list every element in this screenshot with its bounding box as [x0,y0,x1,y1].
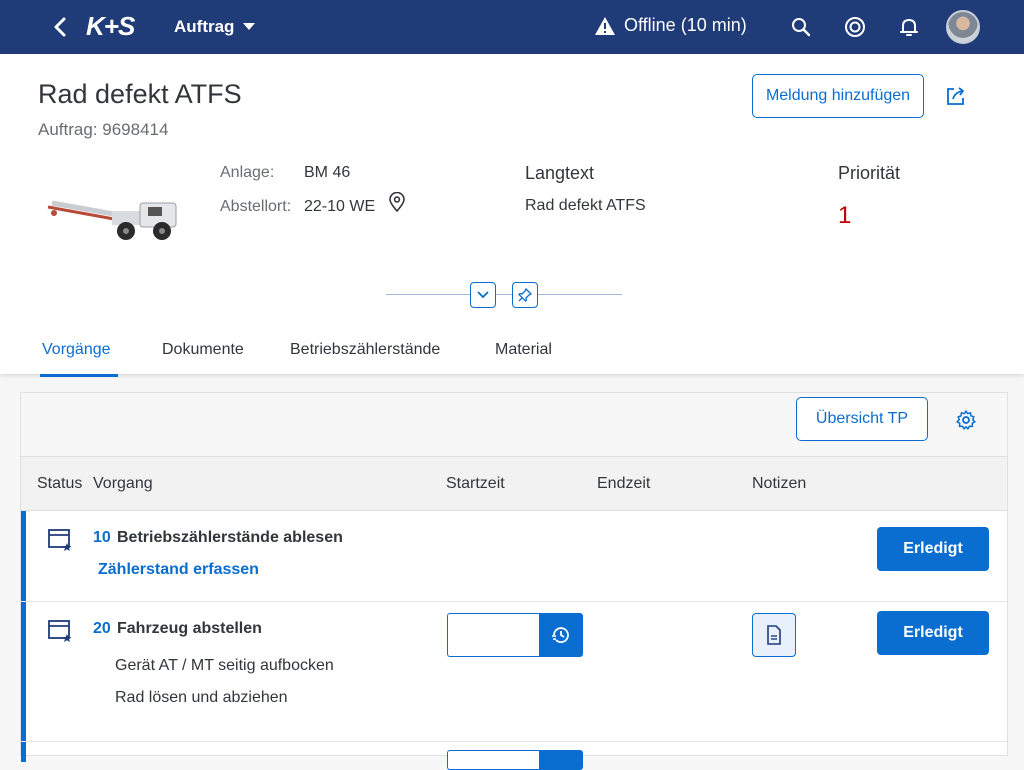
offline-status-text: Offline (10 min) [624,15,747,35]
share-icon[interactable] [944,84,968,108]
anlage-label: Anlage: [220,164,275,181]
company-logo: K+S [86,11,135,41]
row-selection-marker [21,511,26,601]
column-vorgang: Vorgang [93,475,153,492]
overview-tp-button[interactable]: Übersicht TP [796,397,928,441]
operation-detail: Gerät AT / MT seitig aufbocken [115,657,334,674]
abstellort-label: Abstellort: [220,198,292,215]
record-counter-link[interactable]: Zählerstand erfassen [98,561,259,579]
page-title: Rad defekt ATFS [38,79,242,109]
app-title-menu[interactable]: Auftrag [174,17,256,37]
done-button[interactable]: Erledigt [877,527,989,571]
table-row[interactable]: 10 Betriebszählerstände ablesen Zählerst… [21,511,1007,602]
table-header: Status Vorgang Startzeit Endzeit Notizen [21,457,1007,511]
column-endzeit: Endzeit [597,475,651,492]
anlage-value: BM 46 [304,164,351,181]
object-header: Rad defekt ATFS Auftrag: 9698414 Meldung… [0,54,1024,377]
tab-material[interactable]: Material [495,341,552,359]
operation-text: Betriebszählerstände ablesen [117,529,343,546]
gear-icon[interactable] [955,409,977,431]
set-start-time-button[interactable] [539,613,583,657]
row-selection-marker [21,602,26,741]
equipment-image [47,200,177,240]
prioritaet-title: Priorität [838,163,901,183]
operations-table: Übersicht TP Status Vorgang Startzeit En… [20,392,1008,770]
bell-icon[interactable] [896,14,922,40]
caret-down-icon [243,23,256,30]
header-divider-mid [496,294,512,295]
operation-status-icon [48,529,72,551]
tab-betriebszaehlerstaende[interactable]: Betriebszählerstände [290,341,440,359]
user-avatar[interactable] [946,10,980,44]
header-divider-left [386,294,470,295]
column-status: Status [37,475,83,492]
set-start-time-button[interactable] [539,750,583,770]
chevron-down-icon [477,291,489,299]
offline-status[interactable]: Offline (10 min) [594,15,747,36]
start-time-input[interactable] [447,750,539,770]
tab-bar: Vorgänge Dokumente Betriebszählerstände … [0,336,1024,377]
app-title: Auftrag [174,17,235,36]
column-startzeit: Startzeit [446,475,505,492]
table-row[interactable] [21,742,1007,770]
operation-number: 10 [93,529,111,546]
operation-detail: Rad lösen und abziehen [115,689,288,706]
table-row[interactable]: 20 Fahrzeug abstellen Gerät AT / MT seit… [21,602,1007,742]
priority-value: 1 [838,202,852,229]
active-tab-indicator [40,374,118,377]
search-icon[interactable] [788,14,814,40]
langtext-value: Rad defekt ATFS [525,197,646,214]
abstellort-value: 22-10 WE [304,198,376,215]
document-icon [767,625,781,645]
pin-icon [518,287,533,302]
table-toolbar: Übersicht TP [21,393,1007,457]
langtext-title: Langtext [525,163,595,183]
notes-button[interactable] [752,613,796,657]
shell-bar: K+S Auftrag Offline (10 min) [0,0,1024,54]
tab-vorgaenge[interactable]: Vorgänge [42,341,111,359]
operation-number: 20 [93,620,111,637]
order-number: Auftrag: 9698414 [38,120,169,139]
location-pin-icon[interactable] [388,192,406,212]
tab-dokumente[interactable]: Dokumente [162,341,244,359]
header-divider-right [538,294,622,295]
collapse-header-button[interactable] [470,282,496,308]
row-selection-marker [21,742,26,762]
start-time-input[interactable] [447,613,539,657]
column-notizen: Notizen [752,475,807,492]
operation-text: Fahrzeug abstellen [117,620,262,637]
copilot-icon[interactable] [842,14,868,40]
operation-status-icon [48,620,72,642]
add-notification-button[interactable]: Meldung hinzufügen [752,74,924,118]
clock-history-icon [552,627,569,643]
back-icon[interactable] [50,14,72,40]
warning-icon [595,16,615,35]
done-button[interactable]: Erledigt [877,611,989,655]
pin-header-button[interactable] [512,282,538,308]
